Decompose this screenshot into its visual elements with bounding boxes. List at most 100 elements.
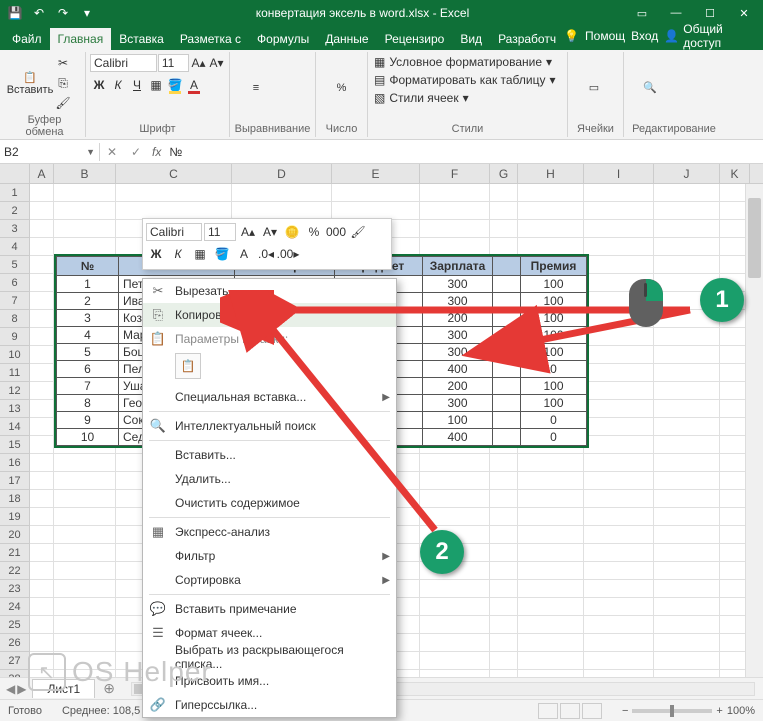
- table-cell[interactable]: 100: [521, 293, 587, 310]
- row-header[interactable]: 2: [0, 202, 30, 220]
- menu-filter[interactable]: Фильтр▶: [143, 544, 396, 568]
- table-cell[interactable]: 200: [423, 378, 493, 395]
- column-header[interactable]: J: [654, 164, 720, 183]
- table-cell[interactable]: 300: [423, 327, 493, 344]
- menu-format-cells[interactable]: ☰Формат ячеек...: [143, 621, 396, 645]
- row-header[interactable]: 7: [0, 292, 30, 310]
- sheet-nav-next-icon[interactable]: ▶: [17, 682, 26, 696]
- paste-option-button[interactable]: 📋: [175, 353, 201, 379]
- format-painter-icon[interactable]: 🖌: [54, 94, 72, 112]
- menu-clear[interactable]: Очистить содержимое: [143, 491, 396, 515]
- table-cell[interactable]: 0: [521, 361, 587, 378]
- row-header[interactable]: 8: [0, 310, 30, 328]
- table-cell[interactable]: 100: [521, 310, 587, 327]
- table-cell[interactable]: 8: [57, 395, 119, 412]
- font-color-icon[interactable]: A: [185, 76, 203, 94]
- font-size-select[interactable]: 11: [158, 54, 189, 72]
- row-header[interactable]: 21: [0, 544, 30, 562]
- table-cell[interactable]: 1: [57, 276, 119, 293]
- menu-hyperlink[interactable]: 🔗Гиперссылка...: [143, 693, 396, 717]
- menu-define-name[interactable]: Присвоить имя...: [143, 669, 396, 693]
- column-header[interactable]: G: [490, 164, 518, 183]
- number-button[interactable]: %: [320, 54, 363, 121]
- row-header[interactable]: 13: [0, 400, 30, 418]
- table-cell[interactable]: 300: [423, 395, 493, 412]
- enter-formula-icon[interactable]: ✓: [124, 145, 148, 159]
- table-cell[interactable]: 4: [57, 327, 119, 344]
- tab-file[interactable]: Файл: [4, 28, 50, 50]
- zoom-in-icon[interactable]: +: [716, 705, 722, 717]
- tab-data[interactable]: Данные: [317, 28, 376, 50]
- menu-sort[interactable]: Сортировка▶: [143, 568, 396, 592]
- row-header[interactable]: 14: [0, 418, 30, 436]
- shrink-font-icon[interactable]: A▾: [208, 54, 225, 72]
- table-cell[interactable]: 100: [521, 395, 587, 412]
- alignment-button[interactable]: ≡: [234, 54, 278, 121]
- tab-review[interactable]: Рецензиро: [377, 28, 453, 50]
- qat-customize-icon[interactable]: ▾: [76, 2, 98, 24]
- mini-borders-icon[interactable]: ▦: [190, 244, 210, 264]
- mini-shrink-font-icon[interactable]: A▾: [260, 222, 280, 242]
- row-header[interactable]: 4: [0, 238, 30, 256]
- table-cell[interactable]: 10: [57, 429, 119, 446]
- name-box[interactable]: B2▼: [0, 143, 100, 161]
- font-name-select[interactable]: Calibri: [90, 54, 157, 72]
- minimize-icon[interactable]: —: [661, 2, 691, 24]
- row-header[interactable]: 15: [0, 436, 30, 454]
- close-icon[interactable]: ✕: [729, 2, 759, 24]
- mini-grow-font-icon[interactable]: A▴: [238, 222, 258, 242]
- row-header[interactable]: 20: [0, 526, 30, 544]
- menu-delete[interactable]: Удалить...: [143, 467, 396, 491]
- grow-font-icon[interactable]: A▴: [190, 54, 207, 72]
- paste-button[interactable]: 📋 Вставить: [8, 54, 52, 112]
- formula-input[interactable]: №: [165, 145, 763, 159]
- view-normal-icon[interactable]: [538, 703, 558, 719]
- vertical-scrollbar[interactable]: [745, 184, 763, 694]
- row-header[interactable]: 5: [0, 256, 30, 274]
- row-header[interactable]: 11: [0, 364, 30, 382]
- mini-percent-icon[interactable]: %: [304, 222, 324, 242]
- row-header[interactable]: 24: [0, 598, 30, 616]
- table-cell[interactable]: 9: [57, 412, 119, 429]
- cut-icon[interactable]: ✂: [54, 54, 72, 72]
- table-cell[interactable]: 2: [57, 293, 119, 310]
- login-text[interactable]: Вход: [631, 29, 658, 43]
- tab-formulas[interactable]: Формулы: [249, 28, 317, 50]
- help-text[interactable]: Помощ: [585, 29, 625, 43]
- format-as-table-button[interactable]: ▤Форматировать как таблицу▾: [372, 72, 558, 88]
- column-header[interactable]: E: [332, 164, 420, 183]
- sheet-tab-active[interactable]: Лист1: [32, 679, 95, 698]
- menu-pick-list[interactable]: Выбрать из раскрывающегося списка...: [143, 645, 396, 669]
- table-cell[interactable]: 100: [423, 412, 493, 429]
- row-header[interactable]: 27: [0, 652, 30, 670]
- tab-view[interactable]: Вид: [452, 28, 490, 50]
- row-header[interactable]: 25: [0, 616, 30, 634]
- mini-font-select[interactable]: Calibri: [146, 223, 202, 241]
- conditional-formatting-button[interactable]: ▦Условное форматирование▾: [372, 54, 558, 70]
- row-header[interactable]: 9: [0, 328, 30, 346]
- row-header[interactable]: 3: [0, 220, 30, 238]
- zoom-out-icon[interactable]: −: [622, 705, 628, 717]
- borders-icon[interactable]: ▦: [147, 76, 165, 94]
- row-header[interactable]: 12: [0, 382, 30, 400]
- mini-inc-decimal-icon[interactable]: .00▸: [278, 244, 298, 264]
- menu-quick-analysis[interactable]: ▦Экспресс-анализ: [143, 520, 396, 544]
- add-sheet-icon[interactable]: ⊕: [95, 680, 123, 697]
- table-cell[interactable]: 200: [423, 310, 493, 327]
- row-header[interactable]: 19: [0, 508, 30, 526]
- table-cell[interactable]: 7: [57, 378, 119, 395]
- mini-font-color-icon[interactable]: A: [234, 244, 254, 264]
- table-cell[interactable]: 300: [423, 344, 493, 361]
- view-break-icon[interactable]: [582, 703, 602, 719]
- table-cell[interactable]: 300: [423, 293, 493, 310]
- italic-button[interactable]: К: [109, 76, 127, 94]
- tab-home[interactable]: Главная: [50, 28, 112, 50]
- table-cell[interactable]: 100: [521, 276, 587, 293]
- column-header[interactable]: D: [232, 164, 332, 183]
- mini-fill-icon[interactable]: 🪣: [212, 244, 232, 264]
- mini-format-painter-icon[interactable]: 🖌: [348, 222, 368, 242]
- row-header[interactable]: 6: [0, 274, 30, 292]
- redo-icon[interactable]: ↷: [52, 2, 74, 24]
- row-header[interactable]: 22: [0, 562, 30, 580]
- column-header[interactable]: K: [720, 164, 750, 183]
